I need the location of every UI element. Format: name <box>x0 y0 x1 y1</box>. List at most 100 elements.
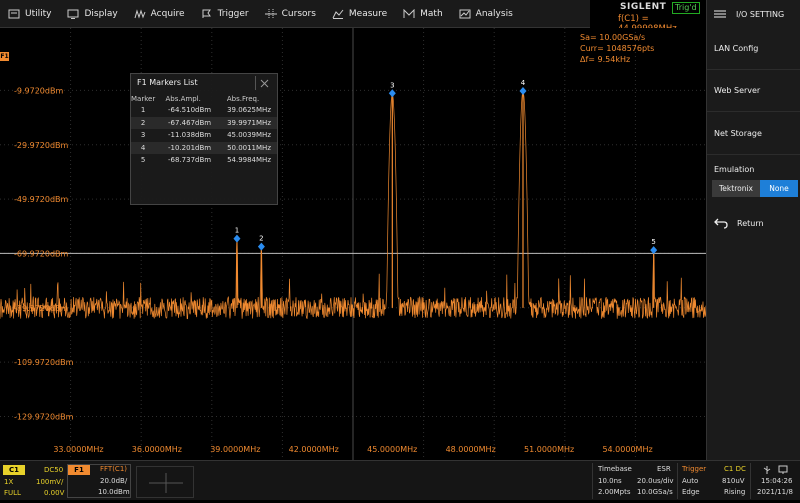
x-tick-label: 42.0000MHz <box>289 445 339 454</box>
sample-rate: 10.0GSa/s <box>637 488 673 496</box>
markers-list-close-button[interactable] <box>255 76 273 90</box>
return-arrow-icon <box>714 218 728 229</box>
y-tick-label: -129.9720dBm <box>14 412 74 421</box>
measure-icon <box>332 9 344 19</box>
acquisition-readout: Sa= 10.00GSa/s Curr= 1048576pts Δf= 9.54kH… <box>580 33 654 64</box>
net-storage-button[interactable]: Net Storage <box>707 113 800 155</box>
y-tick-label: -9.9720dBm <box>14 86 63 95</box>
trigger-slope: Rising <box>724 488 746 496</box>
spectrum-plot[interactable]: -9.9720dBm -29.9720dBm -49.9720dBm -69.9720… <box>0 28 706 460</box>
timebase-box[interactable]: Timebase ESR 10.0ns 20.0us/div 2.00Mpts … <box>592 463 676 499</box>
timebase-title: Timebase <box>598 465 632 473</box>
cell-freq: 54.9984MHz <box>227 156 271 165</box>
crosshair-icon <box>149 473 183 493</box>
table-row[interactable]: 2 -67.467dBm 39.9971MHz <box>131 116 277 129</box>
net-storage-label: Net Storage <box>714 129 762 138</box>
emulation-option-none[interactable]: None <box>760 180 798 197</box>
c1-tag: C1 <box>3 465 25 475</box>
usb-icon <box>763 466 771 474</box>
readout-current-points: Curr= 1048576pts <box>580 44 654 53</box>
readout-delta-f: Δf= 9.54kHz <box>580 55 630 64</box>
timebase-scale: 20.0us/div <box>637 477 674 485</box>
menu-acquire[interactable]: Acquire <box>126 0 193 28</box>
trigger-status-badge: Trig'd <box>672 2 700 14</box>
x-tick-label: 39.0000MHz <box>210 445 260 454</box>
y-tick-label: -29.9720dBm <box>14 141 69 150</box>
menu-bar: Utility Display Acquire Trigger Cursors … <box>0 0 590 28</box>
f1-tag: F1 <box>68 465 90 475</box>
x-tick-label: 45.0000MHz <box>367 445 417 454</box>
return-label: Return <box>737 218 764 228</box>
f1-trace-tag[interactable]: F1 <box>0 52 9 61</box>
x-tick-label: 36.0000MHz <box>132 445 182 454</box>
close-icon <box>260 79 269 87</box>
menu-measure-label: Measure <box>348 8 388 19</box>
markers-list-title: F1 Markers List <box>137 78 198 87</box>
f1-scale: 20.0dB/ <box>100 477 128 485</box>
menu-display[interactable]: Display <box>59 0 125 28</box>
io-setting-title: I/O SETTING <box>736 9 785 19</box>
cell-freq: 50.0011MHz <box>215 141 277 154</box>
table-row[interactable]: 4 -10.201dBm 50.0011MHz <box>131 141 277 154</box>
menu-display-label: Display <box>84 8 118 19</box>
cell-marker: 3 <box>140 131 146 140</box>
menu-measure[interactable]: Measure <box>324 0 395 28</box>
menu-trigger[interactable]: Trigger <box>193 0 257 28</box>
x-tick-label: 33.0000MHz <box>53 445 103 454</box>
marker-diamond <box>233 234 241 243</box>
menu-math[interactable]: Math <box>395 0 451 28</box>
col-abs-freq: Abs.Freq. <box>226 94 260 103</box>
trigger-source: C1 DC <box>724 465 746 473</box>
clock-time: 15:04:26 <box>761 477 793 485</box>
trigger-title: Trigger <box>682 465 707 473</box>
menu-math-label: Math <box>420 8 443 19</box>
display-icon <box>67 9 79 19</box>
trigger-icon <box>202 9 211 18</box>
marker-number-label: 1 <box>235 227 239 235</box>
c1-offset: 0.00V <box>44 489 65 497</box>
menu-analysis-label: Analysis <box>475 8 513 19</box>
io-setting-header[interactable]: I/O SETTING <box>707 0 800 28</box>
table-row[interactable]: 1 -64.510dBm 39.0625MHz <box>131 104 277 117</box>
utility-icon <box>8 9 20 18</box>
acquire-icon <box>134 8 146 19</box>
trigger-box[interactable]: Trigger C1 DC Auto 810uV Edge Rising <box>677 463 749 499</box>
marker-diamond <box>257 242 265 251</box>
marker-number-label: 3 <box>390 81 394 89</box>
markers-list-panel: F1 Markers List Marker Abs.Ampl. Abs.Fre… <box>130 73 278 205</box>
brand-name: SIGLENT <box>620 2 667 12</box>
markers-table: Marker Abs.Ampl. Abs.Freq. 1 -64.510dBm … <box>131 93 277 167</box>
emulation-option-tektronix-label: Tektronix <box>719 184 753 193</box>
web-server-label: Web Server <box>714 86 761 95</box>
lan-config-button[interactable]: LAN Config <box>707 28 800 70</box>
readout-sample-rate: Sa= 10.00GSa/s <box>580 33 645 42</box>
menu-analysis[interactable]: Analysis <box>451 0 521 28</box>
cell-marker: 1 <box>140 106 146 115</box>
emulation-option-none-label: None <box>769 184 789 193</box>
mini-waveform-preview[interactable] <box>136 466 194 498</box>
emulation-option-tektronix[interactable]: Tektronix <box>712 180 760 197</box>
spectrum-chart: -9.9720dBm -29.9720dBm -49.9720dBm -69.9720… <box>0 28 706 460</box>
return-button[interactable]: Return <box>714 210 794 236</box>
cursors-icon <box>264 8 277 19</box>
cell-marker: 4 <box>131 141 156 154</box>
y-tick-label: -109.9720dBm <box>14 358 74 367</box>
table-row[interactable]: 3 -11.038dBm 45.0039MHz <box>131 129 277 142</box>
web-server-button[interactable]: Web Server <box>707 70 800 112</box>
y-axis-tick-labels: -9.9720dBm -29.9720dBm -49.9720dBm -69.9720… <box>14 86 74 421</box>
cell-ampl: -67.467dBm <box>155 116 216 129</box>
c1-scale: 100mV/ <box>36 478 64 486</box>
table-row[interactable]: 5 -68.737dBm 54.9984MHz <box>131 154 277 167</box>
x-tick-label: 48.0000MHz <box>446 445 496 454</box>
emulation-label: Emulation <box>714 165 755 174</box>
marker-layer: 1 2 3 4 5 <box>233 79 658 255</box>
y-tick-label: -69.9720dBm <box>14 249 69 258</box>
c1-channel-box[interactable]: C1 DC50 1X 100mV/ FULL 0.00V <box>2 465 66 498</box>
menu-utility-label: Utility <box>25 8 52 19</box>
col-abs-ampl: Abs.Ampl. <box>165 94 201 103</box>
menu-utility[interactable]: Utility <box>0 0 59 28</box>
cell-marker: 5 <box>140 156 146 165</box>
menu-cursors[interactable]: Cursors <box>257 0 324 28</box>
menu-trigger-label: Trigger <box>217 8 249 19</box>
clock-date: 2021/11/8 <box>757 488 793 496</box>
